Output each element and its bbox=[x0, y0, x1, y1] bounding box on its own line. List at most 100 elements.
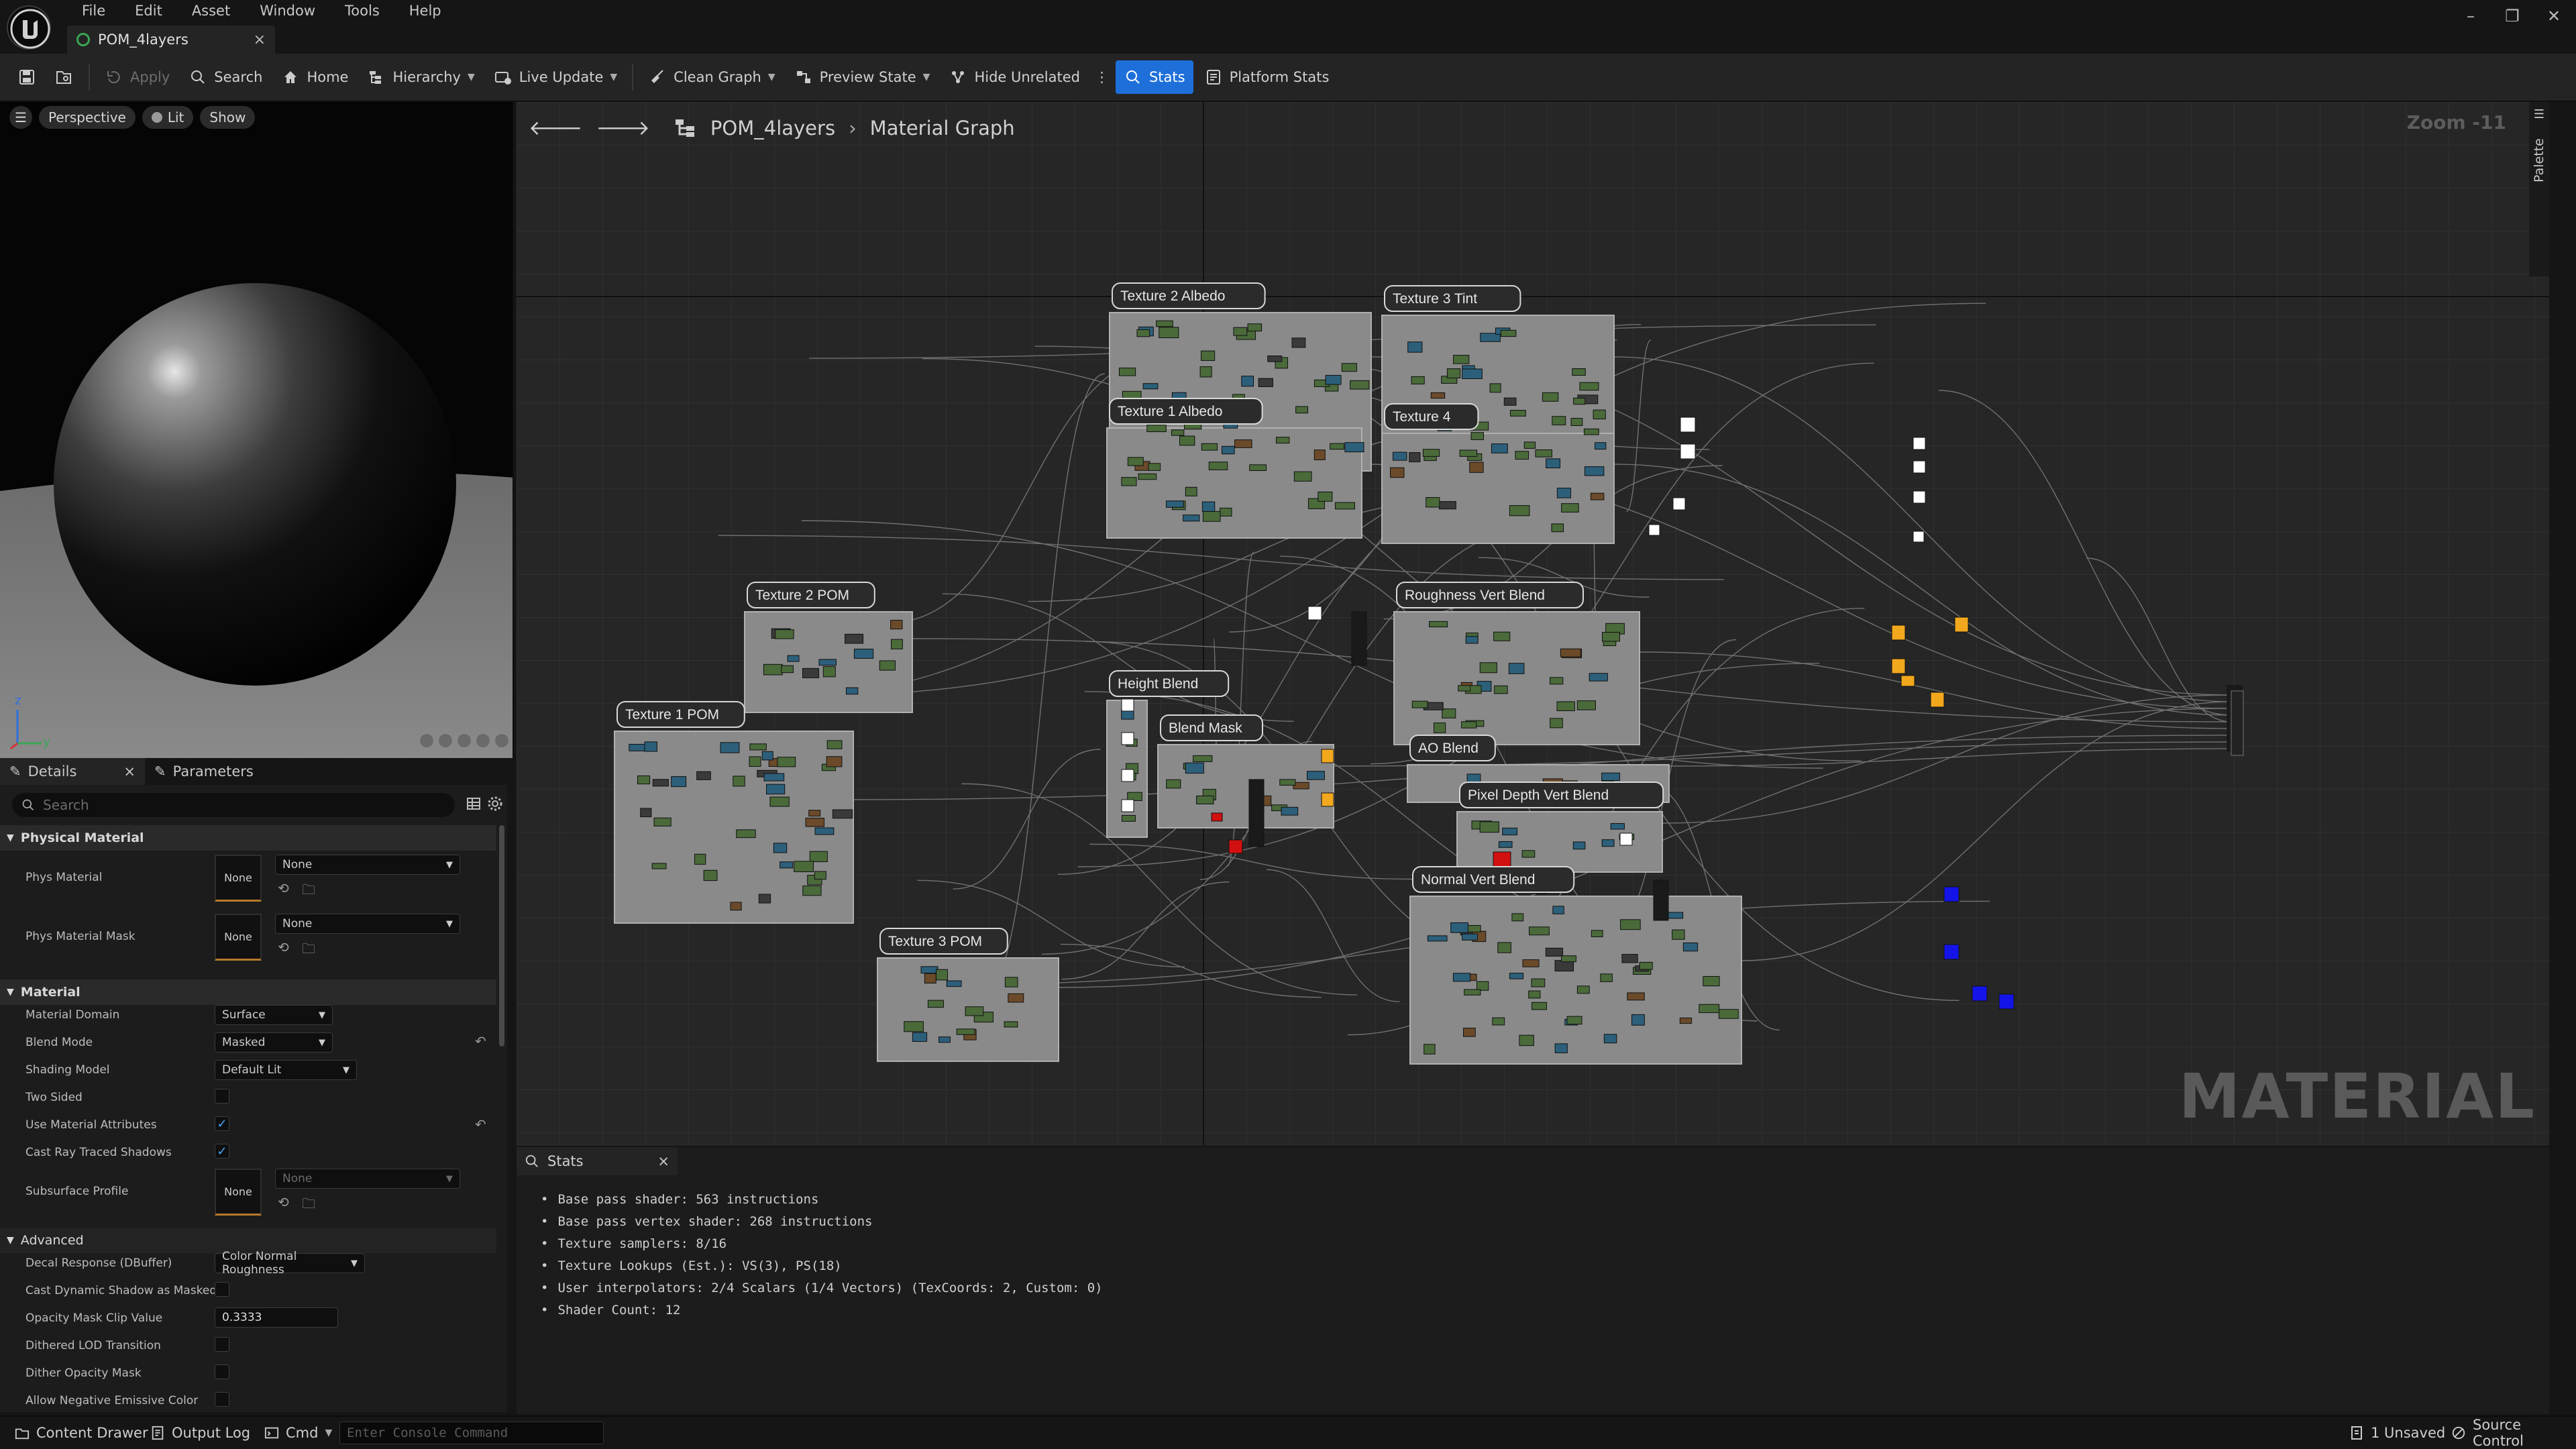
graph-node[interactable] bbox=[891, 639, 903, 649]
graph-node[interactable] bbox=[1591, 930, 1603, 938]
graph-node[interactable] bbox=[1561, 955, 1576, 963]
graph-node[interactable] bbox=[1429, 621, 1448, 628]
graph-node[interactable] bbox=[1390, 467, 1405, 478]
graph-node[interactable] bbox=[694, 853, 706, 865]
graph-node[interactable] bbox=[1241, 376, 1254, 387]
graph-node[interactable] bbox=[1334, 502, 1355, 510]
graph-node[interactable] bbox=[1341, 363, 1357, 372]
graph-node[interactable] bbox=[1249, 464, 1267, 472]
graph-node[interactable] bbox=[1528, 990, 1541, 999]
graph-node[interactable] bbox=[1494, 685, 1508, 694]
graph-node[interactable] bbox=[965, 1006, 984, 1016]
graph-node[interactable] bbox=[749, 756, 761, 767]
graph-node[interactable] bbox=[1680, 443, 1696, 460]
graph-node[interactable] bbox=[1508, 663, 1525, 674]
platform-stats-button[interactable]: Platform Stats bbox=[1196, 60, 1338, 94]
breadcrumb-root[interactable]: POM_4layers bbox=[710, 117, 835, 140]
use-selected-icon[interactable]: ⟲ bbox=[278, 1194, 289, 1210]
graph-node[interactable] bbox=[1522, 959, 1540, 967]
graph-node[interactable] bbox=[1497, 942, 1511, 953]
graph-node[interactable] bbox=[814, 871, 826, 880]
graph-node[interactable] bbox=[1183, 515, 1200, 522]
graph-node[interactable] bbox=[1509, 410, 1526, 417]
graph-node[interactable] bbox=[1234, 439, 1252, 448]
graph-node[interactable] bbox=[765, 784, 786, 795]
graph-node[interactable] bbox=[1576, 700, 1596, 710]
close-tab-icon[interactable]: × bbox=[123, 763, 136, 780]
graph-node[interactable] bbox=[781, 665, 794, 674]
graph-node[interactable] bbox=[1545, 947, 1564, 957]
graph-node[interactable] bbox=[1998, 994, 2015, 1010]
menu-window[interactable]: Window bbox=[245, 0, 330, 21]
graph-node[interactable] bbox=[1552, 906, 1564, 914]
graph-node[interactable] bbox=[1601, 839, 1615, 847]
phys-material-mask-thumbnail[interactable]: None bbox=[215, 914, 262, 961]
details-scrollbar[interactable] bbox=[499, 825, 504, 1046]
comment-title[interactable]: Texture 3 POM bbox=[879, 928, 1008, 955]
graph-node[interactable] bbox=[1200, 350, 1216, 361]
graph-node[interactable] bbox=[853, 649, 874, 659]
graph-node[interactable] bbox=[1291, 337, 1306, 348]
graph-node[interactable] bbox=[1561, 503, 1579, 513]
graph-node[interactable] bbox=[1531, 978, 1546, 987]
console-command-input[interactable]: Enter Console Command bbox=[339, 1421, 604, 1444]
graph-node[interactable] bbox=[802, 885, 822, 896]
preview-cylinder-button[interactable] bbox=[419, 733, 435, 749]
graph-node[interactable] bbox=[736, 829, 756, 839]
graph-node[interactable] bbox=[1424, 1044, 1436, 1055]
graph-node[interactable] bbox=[1171, 429, 1185, 436]
allow-negative-emissive-checkbox[interactable] bbox=[215, 1392, 229, 1407]
graph-node[interactable] bbox=[1653, 879, 1669, 921]
graph-node[interactable] bbox=[1196, 795, 1214, 804]
graph-node[interactable] bbox=[1584, 466, 1605, 476]
graph-node[interactable] bbox=[1267, 356, 1283, 362]
browse-asset-icon[interactable]: 🗀 bbox=[302, 880, 315, 903]
graph-node[interactable] bbox=[749, 743, 767, 751]
graph-node[interactable] bbox=[1491, 443, 1508, 453]
graph-node[interactable] bbox=[1509, 973, 1524, 979]
graph-node[interactable] bbox=[1159, 327, 1179, 339]
comment-title[interactable]: Blend Mask bbox=[1160, 714, 1263, 741]
graph-node[interactable] bbox=[1148, 463, 1161, 471]
graph-node[interactable] bbox=[1165, 500, 1184, 508]
graph-node[interactable] bbox=[1427, 935, 1448, 942]
graph-node[interactable] bbox=[1610, 823, 1625, 830]
dither-opacity-mask-checkbox[interactable] bbox=[215, 1364, 229, 1379]
graph-node[interactable] bbox=[912, 1032, 928, 1042]
graph-node[interactable] bbox=[1438, 501, 1456, 510]
opacity-mask-clip-value-input[interactable]: 0.3333 bbox=[215, 1307, 338, 1328]
hierarchy-button[interactable]: Hierarchy ▼ bbox=[359, 60, 482, 94]
graph-node[interactable] bbox=[832, 809, 853, 819]
graph-node[interactable] bbox=[890, 620, 903, 630]
graph-node[interactable] bbox=[1185, 486, 1197, 496]
unsaved-button[interactable]: 1 Unsaved bbox=[2341, 1419, 2455, 1446]
source-control-button[interactable]: Source Control bbox=[2442, 1417, 2576, 1449]
graph-node[interactable] bbox=[1407, 341, 1423, 353]
graph-node[interactable] bbox=[1463, 1028, 1476, 1037]
graph-node[interactable] bbox=[1146, 424, 1167, 433]
cast-ray-traced-shadows-checkbox[interactable]: ✓ bbox=[215, 1144, 229, 1159]
graph-node[interactable] bbox=[1913, 531, 1925, 543]
comment-title[interactable]: Pixel Depth Vert Blend bbox=[1459, 782, 1664, 808]
graph-node[interactable] bbox=[1515, 451, 1529, 460]
graph-node[interactable] bbox=[1409, 452, 1421, 463]
graph-node[interactable] bbox=[956, 1028, 975, 1035]
use-material-attributes-checkbox[interactable]: ✓ bbox=[215, 1116, 229, 1131]
graph-node[interactable] bbox=[1891, 625, 1906, 641]
breadcrumb-leaf[interactable]: Material Graph bbox=[870, 117, 1015, 140]
gear-icon[interactable] bbox=[487, 796, 503, 812]
graph-node[interactable] bbox=[1601, 772, 1620, 782]
graph-node[interactable] bbox=[1535, 449, 1552, 458]
graph-node[interactable] bbox=[1579, 382, 1599, 391]
tab-parameters[interactable]: ✎ Parameters bbox=[145, 758, 263, 785]
material-domain-combo[interactable]: Surface ▼ bbox=[215, 1005, 333, 1025]
phys-material-mask-combo[interactable]: None ▼ bbox=[275, 914, 460, 934]
graph-node[interactable] bbox=[794, 861, 814, 873]
graph-node[interactable] bbox=[1121, 814, 1136, 822]
graph-node[interactable] bbox=[879, 660, 896, 671]
graph-node[interactable] bbox=[1202, 511, 1221, 522]
graph-node[interactable] bbox=[1452, 973, 1471, 982]
graph-node[interactable] bbox=[1531, 1002, 1547, 1010]
category-material[interactable]: ▼ Material bbox=[0, 979, 496, 1005]
details-search-input[interactable]: Search bbox=[12, 793, 455, 817]
